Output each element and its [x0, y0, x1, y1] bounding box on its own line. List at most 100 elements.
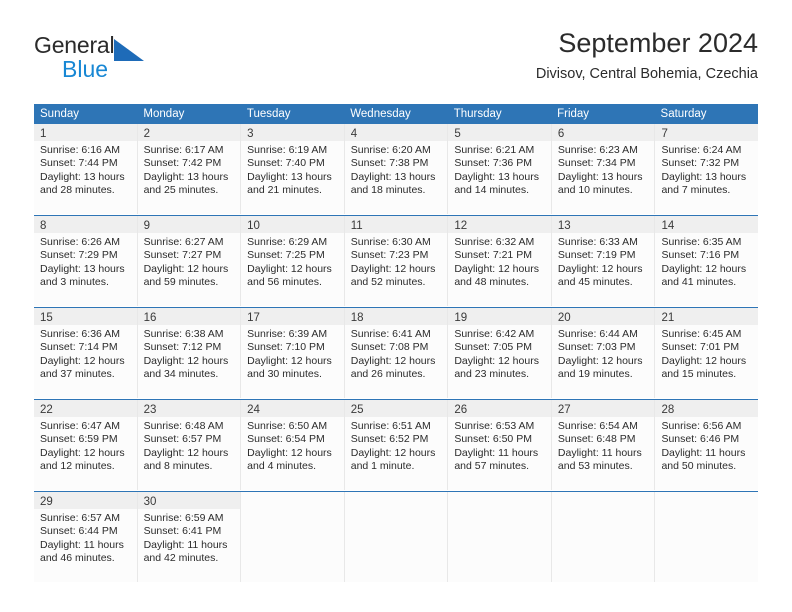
daylight-text-line1: Daylight: 12 hours	[350, 446, 436, 459]
daylight-text-line1: Daylight: 12 hours	[40, 446, 125, 459]
day-cell[interactable]: 14 Sunrise: 6:35 AM Sunset: 7:16 PM Dayl…	[655, 216, 759, 306]
daylight-text-line2: and 45 minutes.	[557, 276, 633, 289]
day-number: 12	[454, 220, 468, 232]
day-number: 27	[557, 404, 571, 416]
sunrise-text: Sunrise: 6:48 AM	[143, 420, 224, 432]
logo-triangle-icon	[114, 39, 145, 61]
page-subtitle: Divisov, Central Bohemia, Czechia	[535, 66, 758, 82]
day-cell[interactable]: 27 Sunrise: 6:54 AM Sunset: 6:48 PM Dayl…	[551, 400, 656, 490]
daylight-text-line2: and 42 minutes.	[143, 552, 219, 565]
day-number: 7	[661, 128, 668, 140]
day-cell[interactable]: 19 Sunrise: 6:42 AM Sunset: 7:05 PM Dayl…	[448, 308, 552, 398]
day-cell[interactable]: 3 Sunrise: 6:19 AM Sunset: 7:40 PM Dayli…	[241, 124, 345, 214]
day-number-band: 21	[655, 308, 759, 325]
daylight-text-line1: Daylight: 12 hours	[247, 446, 332, 459]
generalblue-logo[interactable]: General Blue	[34, 32, 214, 90]
day-number: 30	[143, 496, 157, 508]
day-number-band: 23	[137, 400, 241, 417]
day-cell[interactable]: 5 Sunrise: 6:21 AM Sunset: 7:36 PM Dayli…	[448, 124, 552, 214]
day-details: Sunrise: 6:17 AM Sunset: 7:42 PM Dayligh…	[138, 141, 241, 198]
day-details: Sunrise: 6:41 AM Sunset: 7:08 PM Dayligh…	[345, 325, 448, 382]
daylight-text-line1: Daylight: 12 hours	[661, 262, 747, 275]
day-cell[interactable]: 7 Sunrise: 6:24 AM Sunset: 7:32 PM Dayli…	[655, 124, 759, 214]
daylight-text-line2: and 37 minutes.	[40, 368, 115, 381]
day-cell[interactable]: 11 Sunrise: 6:30 AM Sunset: 7:23 PM Dayl…	[344, 216, 449, 306]
sunrise-text: Sunrise: 6:32 AM	[454, 236, 535, 248]
day-cell[interactable]: 23 Sunrise: 6:48 AM Sunset: 6:57 PM Dayl…	[137, 400, 242, 490]
day-number: 22	[40, 404, 53, 416]
day-cell[interactable]: 8 Sunrise: 6:26 AM Sunset: 7:29 PM Dayli…	[34, 216, 138, 306]
daylight-text-line2: and 53 minutes.	[557, 460, 633, 473]
day-cell[interactable]: 6 Sunrise: 6:23 AM Sunset: 7:34 PM Dayli…	[551, 124, 656, 214]
day-details: Sunrise: 6:56 AM Sunset: 6:46 PM Dayligh…	[655, 417, 758, 474]
daylight-text-line2: and 48 minutes.	[454, 276, 530, 289]
day-number: 28	[661, 404, 675, 416]
day-cell[interactable]: 18 Sunrise: 6:41 AM Sunset: 7:08 PM Dayl…	[344, 308, 449, 398]
sunrise-text: Sunrise: 6:53 AM	[454, 420, 535, 432]
day-cell-empty	[551, 492, 656, 582]
day-number: 2	[143, 128, 150, 140]
day-cell[interactable]: 12 Sunrise: 6:32 AM Sunset: 7:21 PM Dayl…	[448, 216, 552, 306]
sunrise-text: Sunrise: 6:30 AM	[350, 236, 431, 248]
day-cell[interactable]: 10 Sunrise: 6:29 AM Sunset: 7:25 PM Dayl…	[241, 216, 345, 306]
day-cell[interactable]: 21 Sunrise: 6:45 AM Sunset: 7:01 PM Dayl…	[655, 308, 759, 398]
daylight-text-line1: Daylight: 13 hours	[661, 170, 747, 183]
daylight-text-line2: and 41 minutes.	[661, 276, 737, 289]
sunset-text: Sunset: 7:08 PM	[350, 341, 429, 354]
day-details: Sunrise: 6:45 AM Sunset: 7:01 PM Dayligh…	[655, 325, 758, 382]
sunset-text: Sunset: 6:48 PM	[557, 433, 636, 446]
day-cell[interactable]: 4 Sunrise: 6:20 AM Sunset: 7:38 PM Dayli…	[344, 124, 449, 214]
day-cell[interactable]: 28 Sunrise: 6:56 AM Sunset: 6:46 PM Dayl…	[655, 400, 759, 490]
day-cell[interactable]: 9 Sunrise: 6:27 AM Sunset: 7:27 PM Dayli…	[137, 216, 242, 306]
daylight-text-line1: Daylight: 13 hours	[40, 170, 125, 183]
day-cell[interactable]: 16 Sunrise: 6:38 AM Sunset: 7:12 PM Dayl…	[137, 308, 242, 398]
daylight-text-line1: Daylight: 12 hours	[350, 354, 436, 367]
day-number-band: 13	[551, 216, 655, 233]
day-number-band: 12	[448, 216, 551, 233]
day-details: Sunrise: 6:39 AM Sunset: 7:10 PM Dayligh…	[241, 325, 344, 382]
day-cell[interactable]: 15 Sunrise: 6:36 AM Sunset: 7:14 PM Dayl…	[34, 308, 138, 398]
day-number-band: 16	[137, 308, 241, 325]
day-cell[interactable]: 1 Sunrise: 6:16 AM Sunset: 7:44 PM Dayli…	[34, 124, 138, 214]
day-cell[interactable]: 2 Sunrise: 6:17 AM Sunset: 7:42 PM Dayli…	[137, 124, 242, 214]
day-cell[interactable]: 22 Sunrise: 6:47 AM Sunset: 6:59 PM Dayl…	[34, 400, 138, 490]
daylight-text-line2: and 14 minutes.	[454, 184, 530, 197]
sunset-text: Sunset: 7:40 PM	[247, 157, 325, 170]
day-cell-empty	[655, 492, 759, 582]
day-cell[interactable]: 25 Sunrise: 6:51 AM Sunset: 6:52 PM Dayl…	[344, 400, 449, 490]
day-number-band: 26	[448, 400, 551, 417]
daylight-text-line2: and 19 minutes.	[557, 368, 633, 381]
day-number-band: 6	[551, 124, 655, 141]
day-details: Sunrise: 6:59 AM Sunset: 6:41 PM Dayligh…	[138, 509, 241, 566]
sunset-text: Sunset: 7:32 PM	[661, 157, 740, 170]
week-row: 29 Sunrise: 6:57 AM Sunset: 6:44 PM Dayl…	[34, 491, 759, 583]
sunrise-text: Sunrise: 6:56 AM	[661, 420, 742, 432]
sunset-text: Sunset: 6:41 PM	[143, 525, 222, 538]
day-cell[interactable]: 13 Sunrise: 6:33 AM Sunset: 7:19 PM Dayl…	[551, 216, 656, 306]
sunset-text: Sunset: 7:05 PM	[454, 341, 532, 354]
day-cell[interactable]: 17 Sunrise: 6:39 AM Sunset: 7:10 PM Dayl…	[241, 308, 345, 398]
day-cell[interactable]: 29 Sunrise: 6:57 AM Sunset: 6:44 PM Dayl…	[34, 492, 138, 582]
day-number-band: 10	[241, 216, 344, 233]
day-number: 9	[143, 220, 150, 232]
day-cell[interactable]: 20 Sunrise: 6:44 AM Sunset: 7:03 PM Dayl…	[551, 308, 656, 398]
daylight-text-line2: and 23 minutes.	[454, 368, 530, 381]
day-cell[interactable]: 26 Sunrise: 6:53 AM Sunset: 6:50 PM Dayl…	[448, 400, 552, 490]
sunset-text: Sunset: 7:25 PM	[247, 249, 325, 262]
sunrise-text: Sunrise: 6:41 AM	[350, 328, 431, 340]
day-number-band: 7	[655, 124, 759, 141]
day-details: Sunrise: 6:24 AM Sunset: 7:32 PM Dayligh…	[655, 141, 758, 198]
daylight-text-line1: Daylight: 12 hours	[247, 262, 332, 275]
sunset-text: Sunset: 6:46 PM	[661, 433, 740, 446]
sunset-text: Sunset: 7:21 PM	[454, 249, 532, 262]
day-cell[interactable]: 30 Sunrise: 6:59 AM Sunset: 6:41 PM Dayl…	[137, 492, 242, 582]
daylight-text-line1: Daylight: 12 hours	[350, 262, 436, 275]
day-details: Sunrise: 6:48 AM Sunset: 6:57 PM Dayligh…	[138, 417, 241, 474]
daylight-text-line1: Daylight: 13 hours	[40, 262, 125, 275]
daylight-text-line1: Daylight: 13 hours	[143, 170, 229, 183]
day-cell[interactable]: 24 Sunrise: 6:50 AM Sunset: 6:54 PM Dayl…	[241, 400, 345, 490]
day-details: Sunrise: 6:53 AM Sunset: 6:50 PM Dayligh…	[448, 417, 551, 474]
week-row: 1 Sunrise: 6:16 AM Sunset: 7:44 PM Dayli…	[34, 124, 759, 215]
day-number-band: 4	[344, 124, 448, 141]
sunset-text: Sunset: 6:59 PM	[40, 433, 118, 446]
